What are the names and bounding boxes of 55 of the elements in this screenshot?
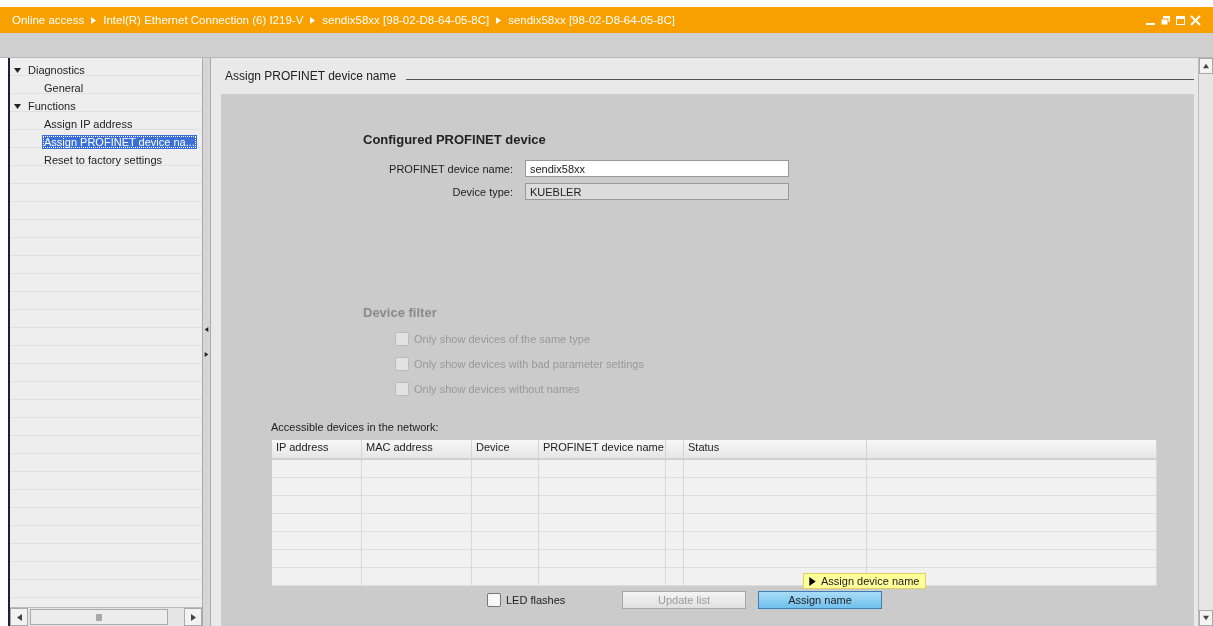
close-icon[interactable]: [1190, 14, 1201, 26]
column-header[interactable]: PROFINET device name: [539, 440, 666, 460]
table-cell: [472, 550, 539, 568]
scroll-left-icon: [15, 613, 23, 621]
table-cell: [666, 478, 684, 496]
breadcrumb-separator-icon: [90, 16, 98, 24]
table-cell: [666, 532, 684, 550]
column-header[interactable]: IP address: [272, 440, 362, 460]
column-header[interactable]: MAC address: [362, 440, 472, 460]
vertical-scrollbar[interactable]: [1198, 58, 1213, 626]
table-cell: [666, 460, 684, 478]
tree-item[interactable]: General: [42, 81, 86, 95]
scroll-down-icon: [1203, 615, 1209, 621]
table-cell: [472, 460, 539, 478]
breadcrumb-separator-icon: [495, 16, 503, 24]
tree-item[interactable]: Diagnostics: [26, 63, 87, 77]
splitter[interactable]: [202, 58, 211, 626]
column-header[interactable]: Status: [684, 440, 867, 460]
tooltip-text: Assign device name: [821, 575, 920, 587]
action-button[interactable]: Assign name: [758, 591, 882, 609]
checkbox-label: LED flashes: [506, 594, 566, 606]
expand-right-icon: [204, 352, 209, 357]
field-label: PROFINET device name:: [388, 162, 514, 175]
table-cell: [472, 532, 539, 550]
column-header[interactable]: [666, 440, 684, 460]
restore-icon[interactable]: [1160, 14, 1171, 26]
field-label: Device type:: [451, 185, 514, 198]
breadcrumb-separator-icon: [309, 16, 317, 24]
horizontal-scrollbar[interactable]: [10, 607, 202, 626]
tree-item[interactable]: Functions: [26, 99, 78, 113]
table-cell: [472, 514, 539, 532]
maximize-icon[interactable]: [1175, 14, 1186, 26]
table-cell: [472, 496, 539, 514]
section-heading: Device filter: [363, 305, 438, 320]
section-title: Assign PROFINET device name: [225, 69, 397, 83]
column-header[interactable]: [867, 440, 1157, 460]
checkbox[interactable]: [487, 593, 501, 607]
text-field[interactable]: sendix58xx: [525, 160, 789, 177]
collapse-left-icon: [204, 327, 209, 332]
column-header[interactable]: Device: [472, 440, 539, 460]
tree-item[interactable]: Assign PROFINET device na...: [42, 135, 197, 149]
table-cell: [666, 514, 684, 532]
section-heading: Configured PROFINET device: [363, 132, 547, 147]
table-cell: [472, 478, 539, 496]
tree-item[interactable]: Assign IP address: [42, 117, 135, 131]
caret-icon: [14, 102, 21, 110]
table-caption: Accessible devices in the network:: [271, 421, 440, 433]
pointer-icon: [808, 576, 817, 586]
table-cell: [666, 496, 684, 514]
grip-icon: [95, 613, 103, 621]
table-cell: [666, 550, 684, 568]
tree-item[interactable]: Reset to factory settings: [42, 153, 164, 167]
scroll-up-icon: [1203, 63, 1209, 69]
caret-icon: [14, 66, 21, 74]
scroll-right-icon: [189, 613, 197, 621]
